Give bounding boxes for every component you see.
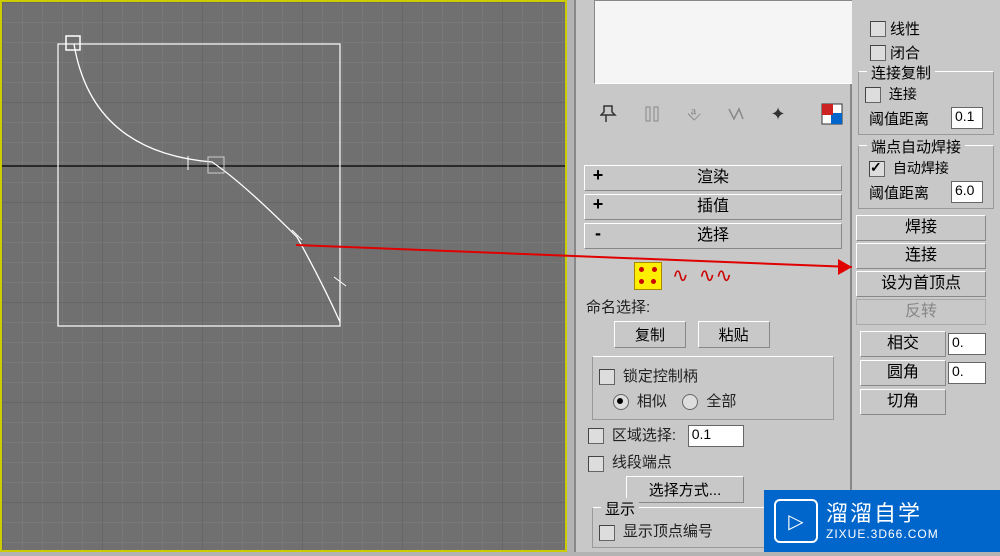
- scissors-icon[interactable]: [640, 102, 664, 126]
- rollout-label: 选择: [697, 227, 729, 244]
- pin-icon[interactable]: [598, 102, 622, 126]
- modifier-toolbar: ⎀ ✦: [582, 94, 862, 134]
- lock-handles-checkbox[interactable]: [599, 369, 615, 385]
- all-radio[interactable]: [682, 394, 698, 410]
- insert-icon[interactable]: ⎀: [682, 102, 706, 126]
- viewport[interactable]: [0, 0, 567, 552]
- linear-checkbox[interactable]: [870, 21, 886, 37]
- vertex-icon[interactable]: [724, 102, 748, 126]
- area-select-label: 区域选择:: [612, 427, 676, 444]
- show-vertex-num-checkbox[interactable]: [599, 525, 615, 541]
- closed-checkbox[interactable]: [870, 45, 886, 61]
- connect-button[interactable]: 连接: [856, 243, 986, 269]
- make-first-button[interactable]: 设为首顶点: [856, 271, 986, 297]
- area-select-spinner[interactable]: 0.1: [688, 425, 744, 447]
- paste-button[interactable]: 粘贴: [698, 321, 770, 348]
- geometry-panel: 线性 闭合 连接复制 连接 阈值距离 0.1 端点自动焊接 自动焊接 阈值距离 …: [852, 0, 1000, 552]
- rollout-render[interactable]: + 渲染: [584, 165, 842, 191]
- watermark-url: ZIXUE.3D66.COM: [826, 527, 939, 541]
- lock-handles-label: 锁定控制柄: [623, 368, 698, 385]
- vertex-subobj-icon[interactable]: [634, 262, 662, 290]
- watermark: ▷ 溜溜自学 ZIXUE.3D66.COM: [764, 490, 1000, 552]
- watermark-title: 溜溜自学: [826, 501, 939, 527]
- spline-subobj-icon[interactable]: ∿∿: [699, 266, 733, 286]
- fillet-button[interactable]: 圆角: [860, 360, 946, 386]
- threshold-spinner1[interactable]: 0.1: [951, 107, 983, 129]
- segment-end-label: 线段端点: [612, 454, 672, 471]
- segment-subobj-icon[interactable]: ∿: [672, 266, 689, 286]
- threshold-spinner2[interactable]: 6.0: [951, 181, 983, 203]
- modifier-list-box[interactable]: [594, 0, 856, 84]
- threshold-label: 阈值距离: [869, 108, 951, 129]
- connect-copy-label: 连接复制: [867, 62, 935, 83]
- rollout-label: 渲染: [697, 169, 729, 186]
- chamfer-button[interactable]: 切角: [860, 389, 946, 415]
- lock-handles-group: 锁定控制柄 相似 全部: [592, 356, 834, 420]
- copy-button[interactable]: 复制: [614, 321, 686, 348]
- expand-icon: -: [591, 226, 605, 240]
- endpoint-autoweld-label: 端点自动焊接: [867, 136, 965, 157]
- intersect-button[interactable]: 相交: [860, 331, 946, 357]
- rollout-interp[interactable]: + 插值: [584, 194, 842, 220]
- area-select-checkbox[interactable]: [588, 428, 604, 444]
- rollout-selection[interactable]: - 选择: [584, 223, 842, 249]
- named-selection-label: 命名选择:: [586, 299, 650, 316]
- expand-icon: +: [591, 197, 605, 211]
- weld-button[interactable]: 焊接: [856, 215, 986, 241]
- connect-checkbox[interactable]: [865, 87, 881, 103]
- fillet-spinner[interactable]: 0.: [948, 362, 986, 384]
- modifier-panel: ⎀ ✦ + 渲染 + 插值 - 选择 ∿ ∿∿ 命名选择: 复: [574, 0, 852, 552]
- select-method-button[interactable]: 选择方式...: [626, 476, 744, 503]
- show-vertex-num-label: 显示顶点编号: [623, 523, 713, 540]
- similar-radio[interactable]: [613, 394, 629, 410]
- intersect-spinner[interactable]: 0.: [948, 333, 986, 355]
- display-label: 显示: [601, 498, 639, 519]
- line-icon[interactable]: ✦: [766, 102, 790, 126]
- autoweld-checkbox[interactable]: [869, 161, 885, 177]
- closed-label: 闭合: [890, 42, 920, 63]
- reverse-button[interactable]: 反转: [856, 299, 986, 325]
- play-icon: ▷: [774, 499, 818, 543]
- autoweld-group: 端点自动焊接 自动焊接 阈值距离 6.0: [858, 145, 994, 209]
- linear-label: 线性: [890, 18, 920, 39]
- segment-end-checkbox[interactable]: [588, 456, 604, 472]
- expand-icon: +: [591, 168, 605, 182]
- color-swatch[interactable]: [820, 102, 844, 126]
- rollout-label: 插值: [697, 198, 729, 215]
- threshold-label2: 阈值距离: [869, 182, 951, 203]
- connect-copy-group: 连接复制 连接 阈值距离 0.1: [858, 71, 994, 135]
